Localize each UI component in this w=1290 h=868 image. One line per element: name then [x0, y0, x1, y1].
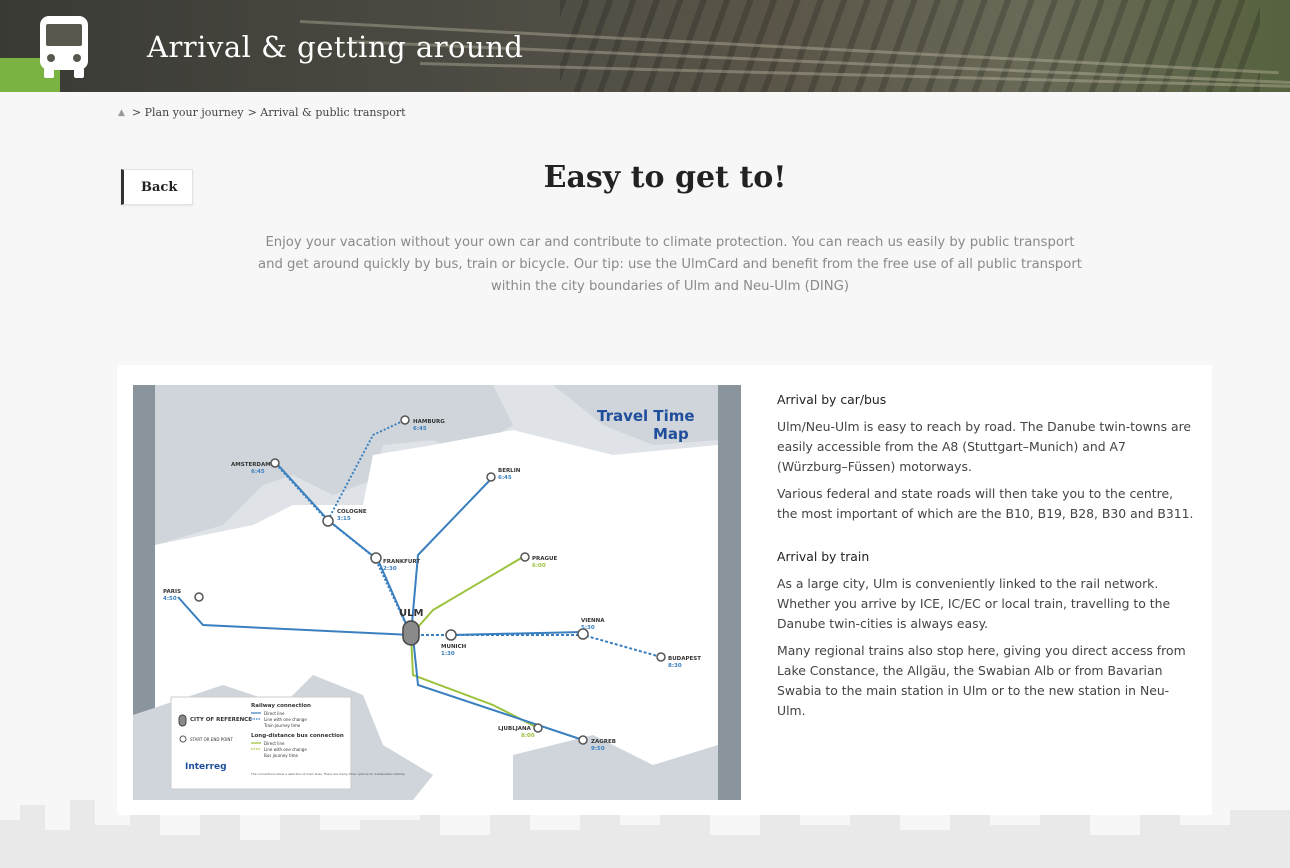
city-time-zagreb: 9:50	[591, 746, 605, 752]
city-time-amsterdam: 6:45	[251, 469, 265, 475]
city-label-hamburg: HAMBURG	[413, 419, 445, 425]
breadcrumb-arrival-transport[interactable]: > Arrival & public transport	[248, 106, 406, 119]
city-time-ljubljana: 8:00	[521, 733, 535, 739]
section-heading-car-bus: Arrival by car/bus	[777, 392, 887, 407]
city-label-paris: PARIS	[163, 589, 181, 595]
breadcrumb-plan-journey[interactable]: > Plan your journey	[132, 106, 244, 119]
legend-bus-title: Long-distance bus connection	[251, 733, 344, 739]
home-icon[interactable]: ▲	[118, 108, 125, 118]
section-heading-train: Arrival by train	[777, 549, 870, 564]
city-time-munich: 1:30	[441, 651, 455, 657]
legend-rail-time: Train journey time	[263, 723, 301, 728]
header-banner: Arrival & getting around	[0, 0, 1290, 92]
interreg-logo: Interreg	[185, 762, 227, 772]
legend-start-end: START OR END POINT	[190, 737, 233, 742]
page-header-title: Arrival & getting around	[147, 30, 524, 64]
section-car-bus-paragraph: Various federal and state roads will the…	[777, 486, 1194, 521]
city-label-vienna: VIENNA	[581, 618, 605, 624]
city-label-zagreb: ZAGREB	[591, 739, 616, 745]
city-time-budapest: 8:30	[668, 663, 682, 669]
city-time-cologne: 3:15	[337, 516, 351, 522]
city-time-hamburg: 6:45	[413, 426, 427, 432]
legend-railway-title: Railway connection	[251, 703, 311, 709]
map-title-line2: Map	[653, 425, 689, 443]
legend-note: The connections show a selection of main…	[250, 772, 405, 776]
city-label-ljubljana: LJUBLJANA	[498, 726, 532, 732]
arrival-info: Arrival by car/bus Ulm/Neu-Ulm is easy t…	[777, 390, 1197, 728]
city-label-amsterdam: AMSTERDAM	[231, 462, 271, 468]
city-label-budapest: BUDAPEST	[668, 656, 701, 662]
map-title-line1: Travel Time	[597, 407, 695, 425]
city-time-vienna: 5:30	[581, 625, 595, 631]
travel-time-map: ULM Travel Time Map HAMBURG 6:45 AMSTERD…	[133, 385, 741, 800]
map-center-label: ULM	[399, 608, 423, 619]
city-label-prague: PRAGUE	[532, 556, 558, 562]
legend-bus-direct: Direct line	[264, 741, 285, 746]
intro-text: Enjoy your vacation without your own car…	[258, 235, 1082, 294]
legend-rail-change: Line with one change	[264, 717, 307, 722]
city-label-berlin: BERLIN	[498, 468, 521, 474]
legend-rail-direct: Direct line	[264, 711, 285, 716]
legend-bus-change: Line with one change	[264, 747, 307, 752]
page-title: Easy to get to!	[543, 160, 787, 195]
city-time-prague: 6:00	[532, 563, 546, 569]
city-time-paris: 4:50	[163, 596, 177, 602]
section-train-paragraph: As a large city, Ulm is conveniently lin…	[777, 576, 1171, 631]
content-card: ULM Travel Time Map HAMBURG 6:45 AMSTERD…	[117, 365, 1212, 815]
city-time-frankfurt: 2:30	[383, 566, 397, 572]
city-label-cologne: COLOGNE	[337, 509, 367, 515]
section-car-bus-paragraph: Ulm/Neu-Ulm is easy to reach by road. Th…	[777, 419, 1192, 474]
city-label-frankfurt: FRANKFURT	[383, 559, 420, 565]
map-graphic: ULM Travel Time Map HAMBURG 6:45 AMSTERD…	[133, 385, 741, 800]
legend-city-reference: CITY OF REFERENCE	[190, 717, 252, 723]
section-train-paragraph: Many regional trains also stop here, giv…	[777, 643, 1186, 718]
breadcrumb: ▲ > Plan your journey > Arrival & public…	[118, 106, 406, 119]
legend-bus-time: Bus journey time	[264, 753, 299, 758]
bus-icon	[40, 16, 88, 78]
city-time-berlin: 6:45	[498, 475, 512, 481]
city-label-munich: MUNICH	[441, 644, 467, 650]
